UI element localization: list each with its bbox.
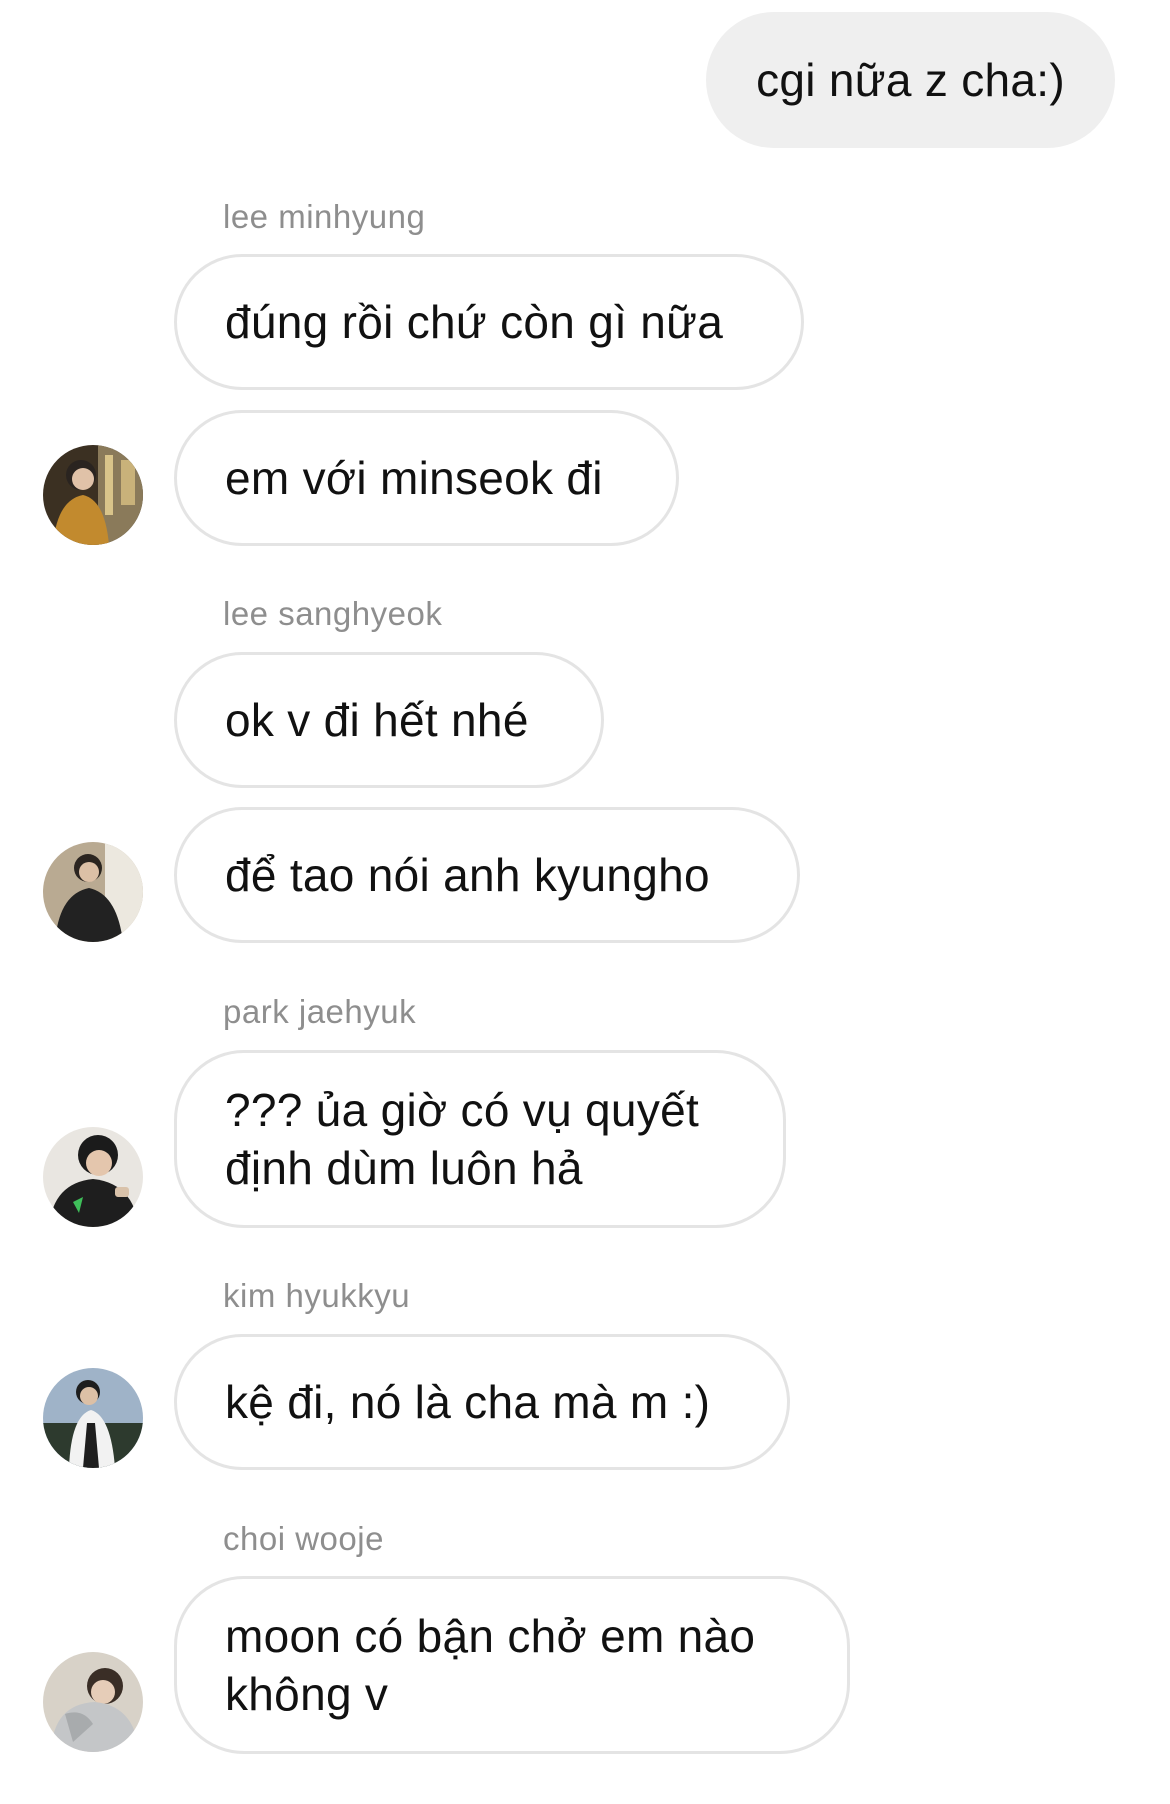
incoming-message-bubble[interactable]: kệ đi, nó là cha mà m :) [174, 1334, 790, 1470]
incoming-message-bubble[interactable]: moon có bận chở em nào không v [174, 1576, 850, 1754]
sender-name: lee minhyung [223, 198, 426, 235]
incoming-message-bubble[interactable]: đúng rồi chứ còn gì nữa [174, 254, 804, 390]
sender-name: lee sanghyeok [223, 595, 443, 632]
sender-name: park jaehyuk [223, 993, 417, 1030]
user-avatar-icon[interactable] [43, 1127, 143, 1227]
incoming-message-bubble[interactable]: ok v đi hết nhé [174, 652, 604, 788]
chat-thread: cgi nữa z cha:) lee minhyung đúng rồi ch… [0, 0, 1170, 1804]
outgoing-message-bubble[interactable]: cgi nữa z cha:) [706, 12, 1115, 148]
user-avatar-icon[interactable] [43, 842, 143, 942]
user-avatar-icon[interactable] [43, 1652, 143, 1752]
user-avatar-icon[interactable] [43, 445, 143, 545]
user-avatar-icon[interactable] [43, 1368, 143, 1468]
sender-name: choi wooje [223, 1520, 384, 1557]
incoming-message-bubble[interactable]: ??? ủa giờ có vụ quyết định dùm luôn hả [174, 1050, 786, 1228]
sender-name: kim hyukkyu [223, 1277, 411, 1314]
incoming-message-bubble[interactable]: em với minseok đi [174, 410, 679, 546]
incoming-message-bubble[interactable]: để tao nói anh kyungho [174, 807, 800, 943]
